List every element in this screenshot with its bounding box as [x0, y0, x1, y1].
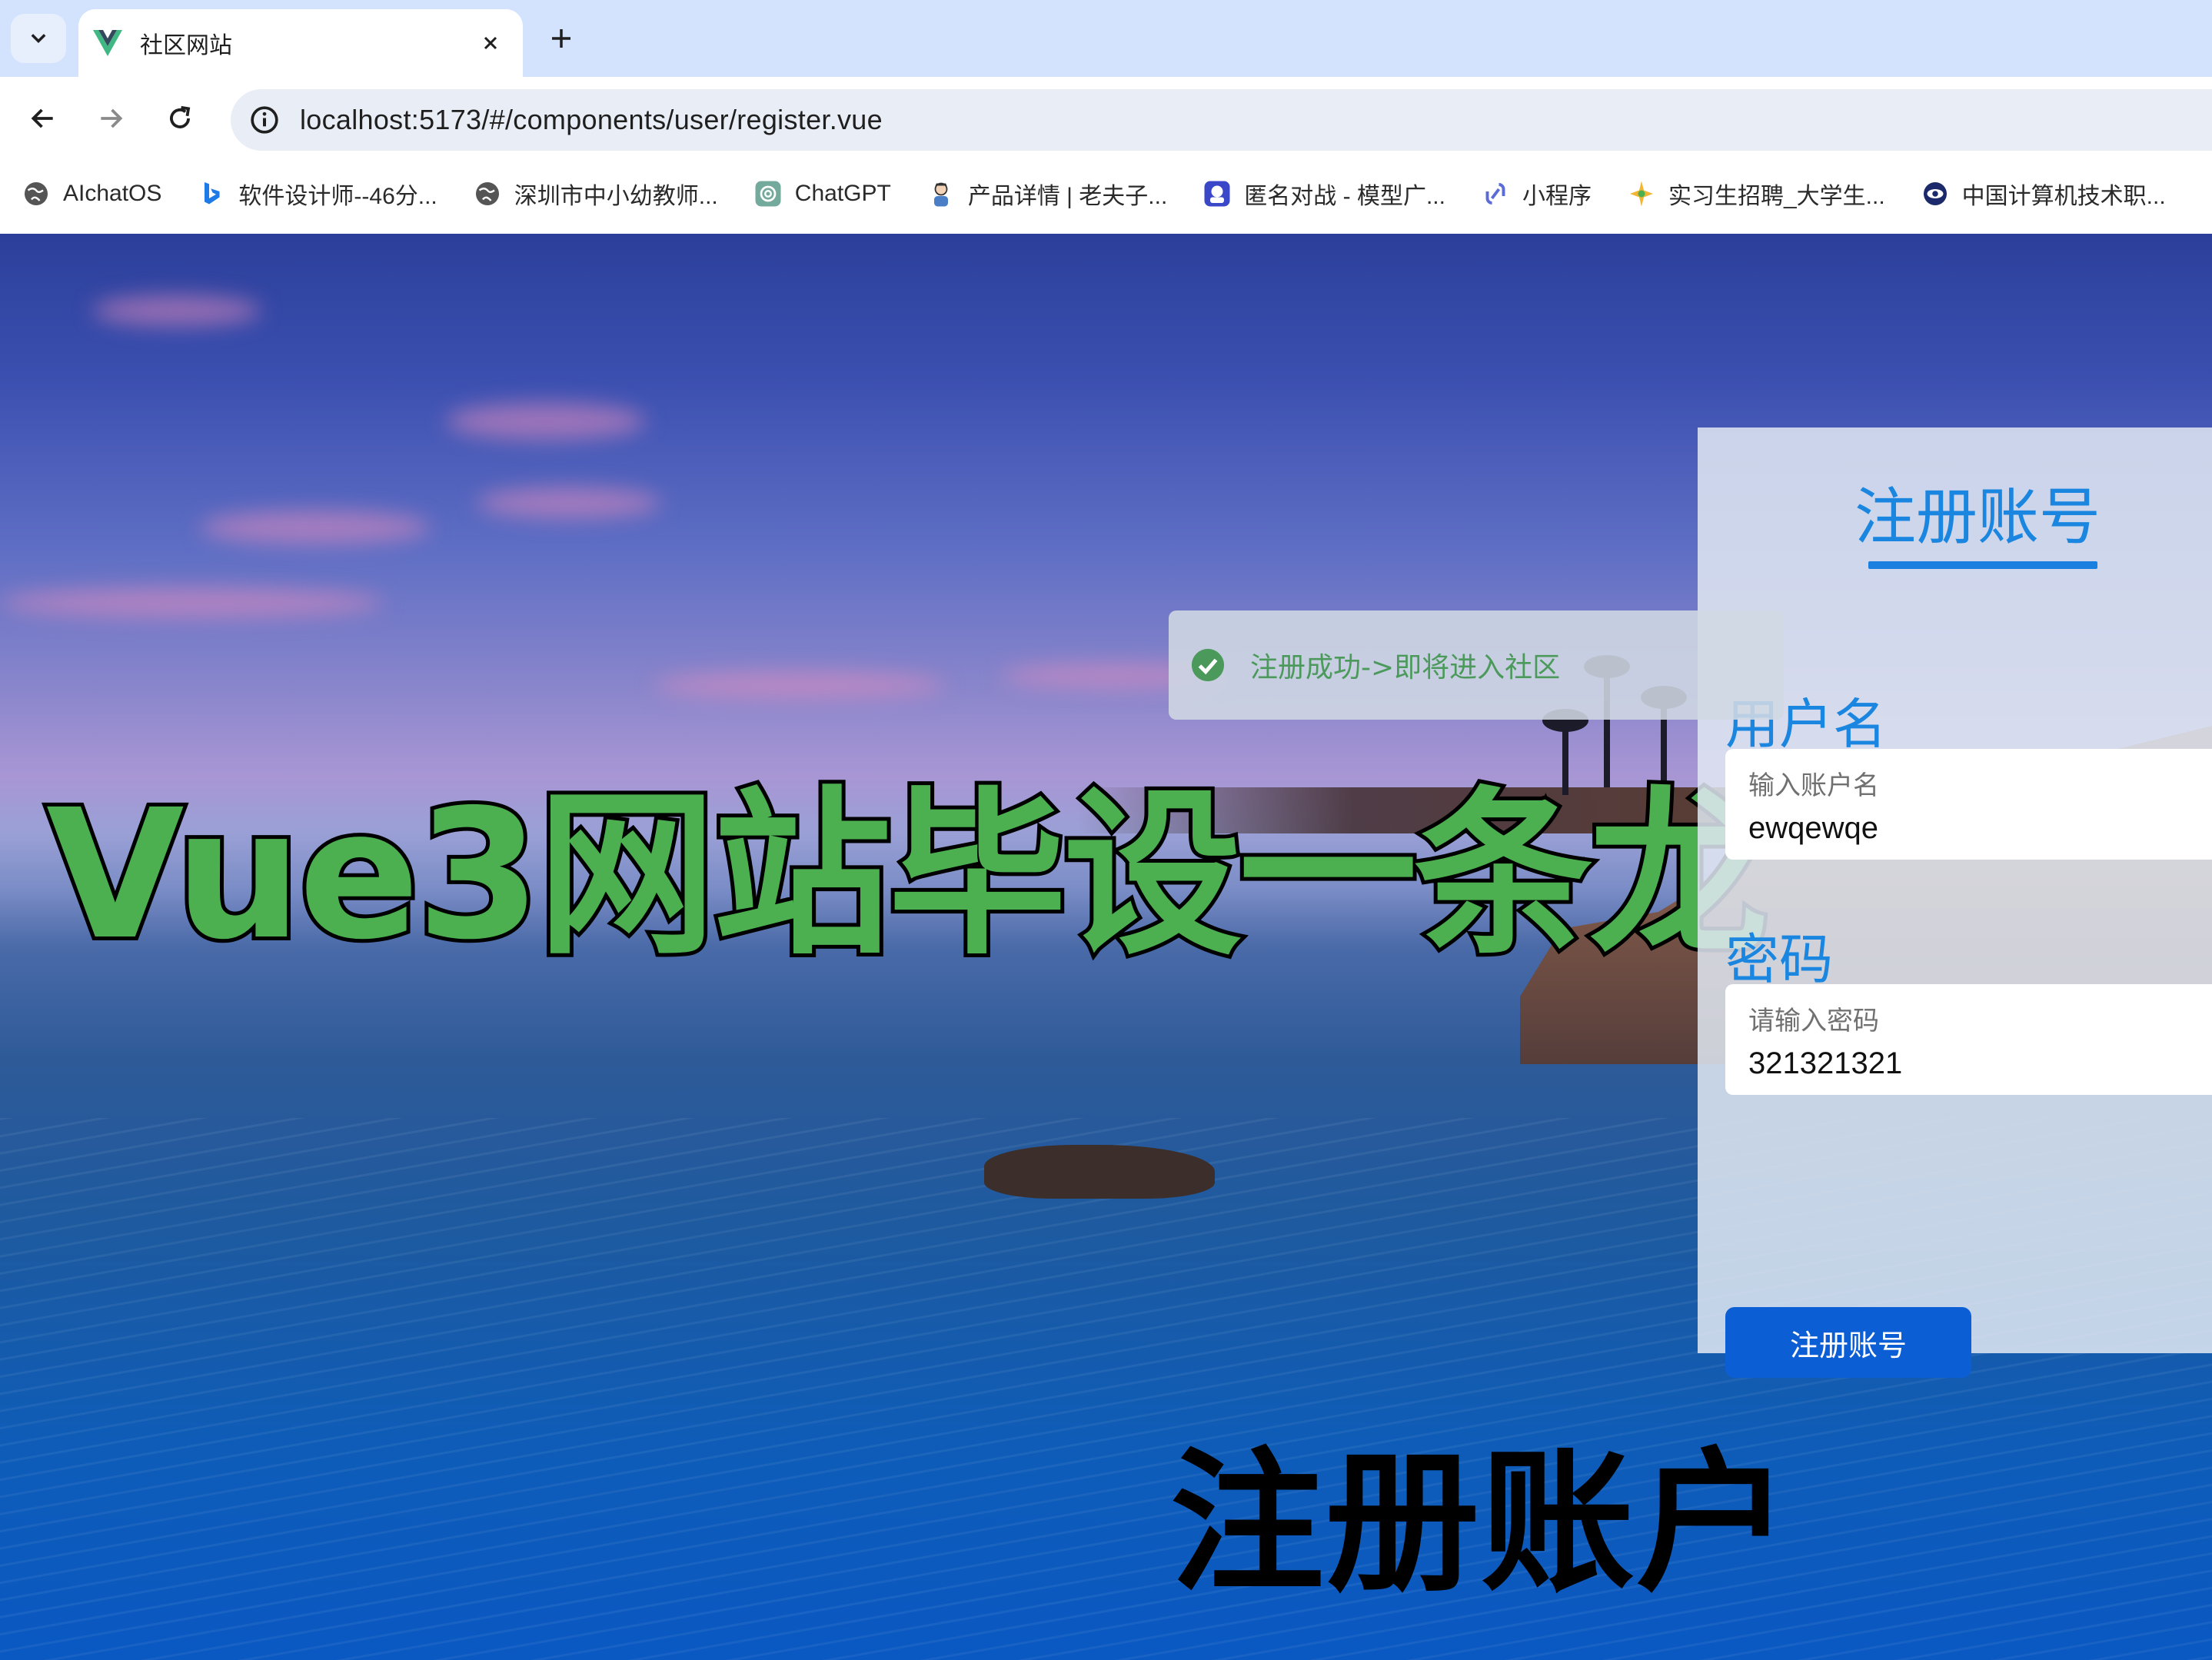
bookmark-label: 小程序 — [1522, 184, 1592, 209]
bookmark-label: AIchatOS — [63, 181, 162, 206]
browser-tab[interactable]: 社区网站 — [78, 9, 523, 77]
bookmarks-bar: AIchatOS 软件设计师--46分... 深圳市中小幼教师... ChatG… — [0, 154, 2212, 234]
register-panel: 注册账号 用户名 输入账户名 ewqewqe 密码 请输入密码 32132132… — [1698, 427, 2212, 1378]
globe-icon — [473, 179, 502, 208]
register-title: 注册账号 — [1854, 481, 2101, 553]
bookmark-item[interactable]: AIchatOS — [22, 179, 161, 208]
bookmark-item[interactable]: 中国计算机技术职... — [1921, 177, 2166, 211]
bookmark-label: 实习生招聘_大学生... — [1668, 184, 1885, 209]
rock — [984, 1145, 1215, 1199]
avatar-icon — [926, 179, 956, 208]
address-bar[interactable]: localhost:5173/#/components/user/registe… — [231, 89, 2212, 151]
bookmark-label: 软件设计师--46分... — [238, 184, 437, 209]
username-placeholder: 输入账户名 — [1748, 770, 1879, 801]
tab-strip: 社区网站 — [0, 0, 2212, 77]
success-toast: 注册成功->即将进入社区 — [1169, 610, 1784, 720]
globe-icon — [22, 179, 51, 208]
bookmark-item[interactable]: 软件设计师--46分... — [197, 177, 437, 211]
bookmark-item[interactable]: 实习生招聘_大学生... — [1627, 177, 1885, 211]
cloud — [446, 403, 646, 440]
forward-button[interactable] — [88, 95, 134, 141]
bookmark-item[interactable]: ChatGPT — [753, 179, 891, 208]
bookmark-label: ChatGPT — [794, 181, 891, 206]
bookmark-item[interactable]: 匿名对战 - 模型广... — [1202, 177, 1445, 211]
plus-icon — [552, 29, 570, 48]
bookmark-label: 产品详情 | 老夫子... — [967, 184, 1168, 209]
password-label: 密码 — [1725, 928, 1833, 991]
openai-icon — [753, 179, 783, 208]
register-submit-button[interactable]: 注册账号 — [1725, 1307, 1971, 1378]
reload-button[interactable] — [157, 95, 203, 141]
bookmark-label: 深圳市中小幼教师... — [514, 184, 718, 209]
browser-toolbar: localhost:5173/#/components/user/registe… — [0, 77, 2212, 154]
password-value: 321321321 — [1748, 1046, 1903, 1080]
cloud — [200, 511, 431, 544]
bookmark-item[interactable]: 小程序 — [1481, 177, 1592, 211]
check-circle-icon — [1191, 648, 1225, 682]
arrow-left-icon — [31, 108, 53, 128]
close-icon[interactable] — [475, 28, 506, 58]
page-viewport: Vue3网站毕设一条龙 注册账号 用户名 输入账户名 ewqewqe 密码 请输… — [0, 234, 2212, 1660]
bing-icon — [197, 179, 226, 208]
cloud — [0, 587, 384, 618]
star-icon — [1627, 179, 1656, 208]
cloud — [92, 295, 261, 326]
vue-logo-icon — [92, 28, 123, 58]
new-tab-button[interactable] — [538, 17, 584, 60]
robot-icon — [1202, 179, 1232, 208]
username-field[interactable]: 输入账户名 ewqewqe — [1725, 749, 2212, 860]
title-underline — [1868, 561, 2097, 569]
password-placeholder: 请输入密码 — [1748, 1006, 1879, 1036]
toast-message: 注册成功->即将进入社区 — [1250, 652, 1561, 684]
bookmark-label: 中国计算机技术职... — [1961, 184, 2166, 209]
tab-title: 社区网站 — [140, 32, 232, 59]
bookmark-item[interactable]: 产品详情 | 老夫子... — [926, 177, 1167, 211]
cloud — [477, 487, 661, 518]
info-icon[interactable] — [248, 103, 281, 137]
bookmark-label: 匿名对战 - 模型广... — [1244, 184, 1445, 209]
tab-search-button[interactable] — [11, 14, 66, 63]
arrow-right-icon — [101, 108, 123, 128]
link-icon — [1481, 179, 1510, 208]
bookmark-item[interactable]: 深圳市中小幼教师... — [473, 177, 718, 211]
headline-overlay: Vue3网站毕设一条龙 — [42, 771, 1771, 979]
chevron-down-icon — [31, 34, 46, 43]
password-field[interactable]: 请输入密码 321321321 — [1725, 984, 2212, 1095]
back-button[interactable] — [20, 95, 66, 141]
username-value: ewqewqe — [1748, 811, 1879, 845]
eye-icon — [1921, 179, 1950, 208]
subtitle-overlay: 注册账户 — [1170, 1434, 1792, 1613]
url-text: localhost:5173/#/components/user/registe… — [300, 104, 883, 135]
cloud — [654, 672, 946, 698]
reload-icon — [170, 105, 191, 128]
